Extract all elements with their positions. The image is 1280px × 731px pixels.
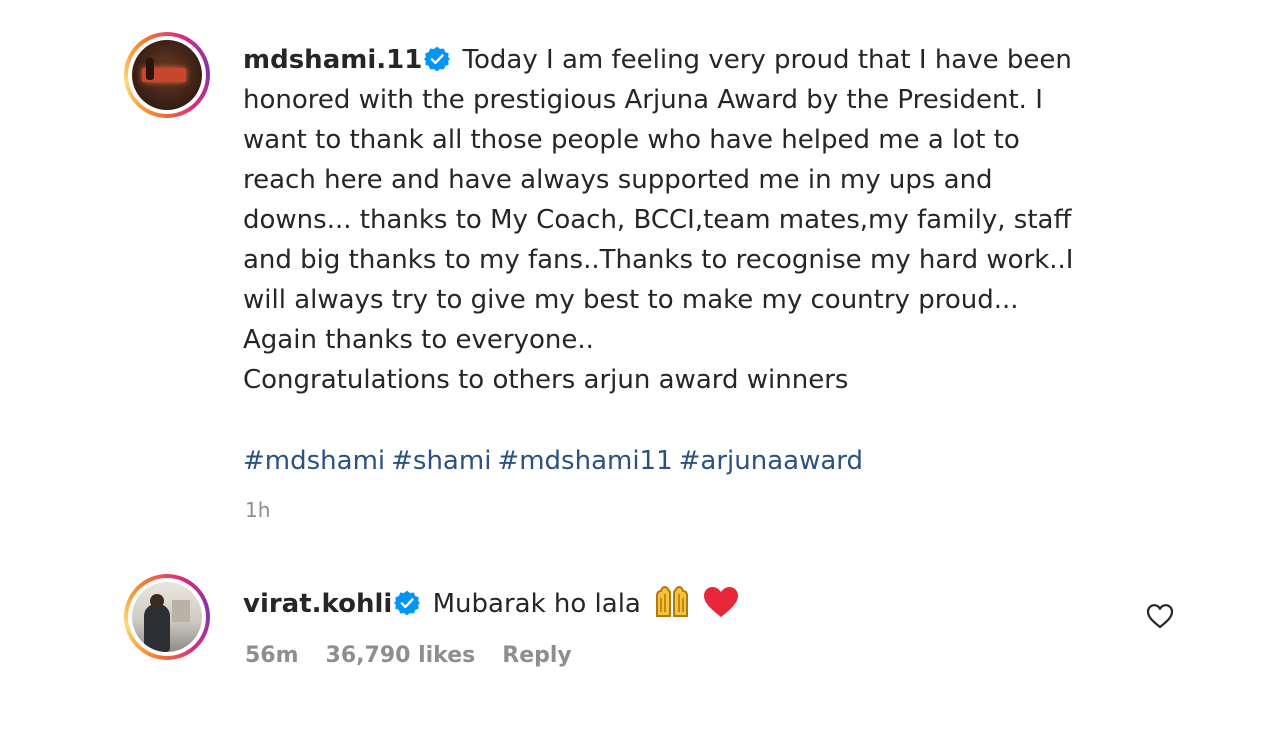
comment-text: Mubarak ho lala [432,589,641,619]
avatar-image [132,40,202,110]
post-author-avatar[interactable] [124,32,210,118]
hashtag-link[interactable]: #mdshami11 [497,446,672,476]
hashtag-link[interactable]: #arjunaaward [679,446,863,476]
heart-outline-icon[interactable] [1146,603,1174,629]
post-caption: mdshami.11 Today I am feeling very proud… [243,40,1123,400]
comment: virat.kohli Mubarak ho lala [243,582,739,624]
comment-meta: 56m 36,790 likes Reply [245,643,572,668]
comment-username[interactable]: virat.kohli [243,589,392,619]
comment-author-avatar[interactable] [124,574,210,660]
comment-likes-count[interactable]: 36,790 likes [326,643,476,668]
hashtag-link[interactable]: #shami [391,446,491,476]
caption-text: Today I am feeling very proud that I hav… [243,45,1074,395]
avatar-image [132,582,202,652]
red-heart-emoji [704,587,739,617]
comment-timestamp[interactable]: 56m [245,643,299,668]
verified-badge-icon [424,46,451,72]
instagram-post-comments: mdshami.11 Today I am feeling very proud… [0,0,1280,731]
raised-hands-emoji [656,586,689,617]
hashtag-link[interactable]: #mdshami [243,446,385,476]
post-timestamp[interactable]: 1h [245,498,270,522]
verified-badge-icon [394,590,421,616]
post-username[interactable]: mdshami.11 [243,45,422,75]
post-hashtags: #mdshami #shami #mdshami11 #arjunaaward [243,441,869,481]
reply-button[interactable]: Reply [502,643,572,668]
